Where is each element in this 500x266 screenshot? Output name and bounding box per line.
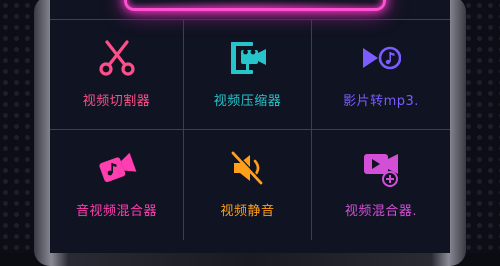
tile-video-compressor[interactable]: 视频压缩器 [184, 20, 312, 130]
tile-audio-video-mixer[interactable]: 音视频混合器 [50, 130, 184, 240]
play-music-note-icon [361, 38, 401, 78]
tile-video-mixer[interactable]: 视频混合器. [312, 130, 450, 240]
music-camera-icon [97, 148, 137, 188]
clamp-camera-icon [228, 38, 268, 78]
mute-speaker-icon [228, 148, 268, 188]
tile-mute-video[interactable]: 视频静音 [184, 130, 312, 240]
tile-movie-to-mp3[interactable]: 影片转mp3. [312, 20, 450, 130]
tool-grid: 视频切割器 视频压缩器 影片转mp3. 音视频混合器 视频静音 视频混合器. [50, 19, 450, 241]
tile-label: 视频混合器. [344, 204, 418, 219]
tile-label: 影片转mp3. [343, 94, 419, 109]
video-add-icon [361, 148, 401, 188]
tile-video-cutter[interactable]: 视频切割器 [50, 20, 184, 130]
tile-label: 视频压缩器 [213, 94, 282, 109]
tile-label: 视频静音 [220, 204, 275, 219]
bottom-strip [50, 240, 450, 253]
neon-banner [124, 0, 386, 11]
app-screen: 视频切割器 视频压缩器 影片转mp3. 音视频混合器 视频静音 视频混合器. [50, 0, 450, 253]
scissors-icon [97, 38, 137, 78]
tile-label: 视频切割器 [82, 94, 151, 109]
tile-label: 音视频混合器 [75, 204, 157, 219]
